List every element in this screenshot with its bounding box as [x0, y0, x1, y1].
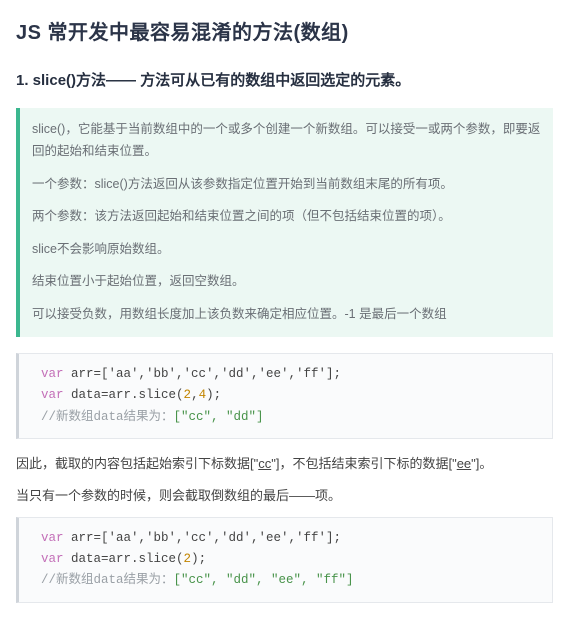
- code-text: );: [206, 388, 221, 402]
- callout-block: slice()，它能基于当前数组中的一个或多个创建一个新数组。可以接受一或两个参…: [16, 108, 553, 338]
- page-title: JS 常开发中最容易混淆的方法(数组): [16, 16, 553, 50]
- text: "]。: [471, 456, 492, 471]
- code-text: ,: [191, 388, 199, 402]
- code-number: 2: [184, 388, 192, 402]
- underlined-text: ee: [457, 456, 471, 471]
- code-string: ["cc", "dd"]: [174, 410, 264, 424]
- code-string: ["cc", "dd", "ee", "ff"]: [174, 573, 354, 587]
- code-keyword: var: [41, 367, 64, 381]
- code-keyword: var: [41, 531, 64, 545]
- text: "]，不包括结束索引下标的数据[": [271, 456, 456, 471]
- code-text: arr=['aa','bb','cc','dd','ee','ff'];: [64, 367, 342, 381]
- code-keyword: var: [41, 388, 64, 402]
- code-block: var arr=['aa','bb','cc','dd','ee','ff'];…: [16, 517, 553, 603]
- code-text: data=arr.slice(: [64, 388, 184, 402]
- code-comment: //新数组data结果为：: [41, 410, 174, 424]
- callout-line: 可以接受负数，用数组长度加上该负数来确定相应位置。-1 是最后一个数组: [32, 303, 541, 326]
- section-heading: 1. slice()方法—— 方法可从已有的数组中返回选定的元素。: [16, 68, 553, 94]
- body-paragraph: 因此，截取的内容包括起始索引下标数据["cc"]，不包括结束索引下标的数据["e…: [16, 453, 553, 475]
- callout-line: 一个参数：slice()方法返回从该参数指定位置开始到当前数组末尾的所有项。: [32, 173, 541, 196]
- callout-line: slice不会影响原始数组。: [32, 238, 541, 261]
- code-comment: //新数组data结果为：: [41, 573, 174, 587]
- code-text: );: [191, 552, 206, 566]
- callout-line: slice()，它能基于当前数组中的一个或多个创建一个新数组。可以接受一或两个参…: [32, 118, 541, 163]
- code-number: 2: [184, 552, 192, 566]
- code-text: arr=['aa','bb','cc','dd','ee','ff'];: [64, 531, 342, 545]
- body-paragraph: 当只有一个参数的时候，则会截取倒数组的最后——项。: [16, 485, 553, 507]
- code-block: var arr=['aa','bb','cc','dd','ee','ff'];…: [16, 353, 553, 439]
- underlined-text: cc: [258, 456, 271, 471]
- callout-line: 结束位置小于起始位置，返回空数组。: [32, 270, 541, 293]
- code-number: 4: [199, 388, 207, 402]
- code-keyword: var: [41, 552, 64, 566]
- text: 因此，截取的内容包括起始索引下标数据[": [16, 456, 258, 471]
- callout-line: 两个参数：该方法返回起始和结束位置之间的项（但不包括结束位置的项）。: [32, 205, 541, 228]
- code-text: data=arr.slice(: [64, 552, 184, 566]
